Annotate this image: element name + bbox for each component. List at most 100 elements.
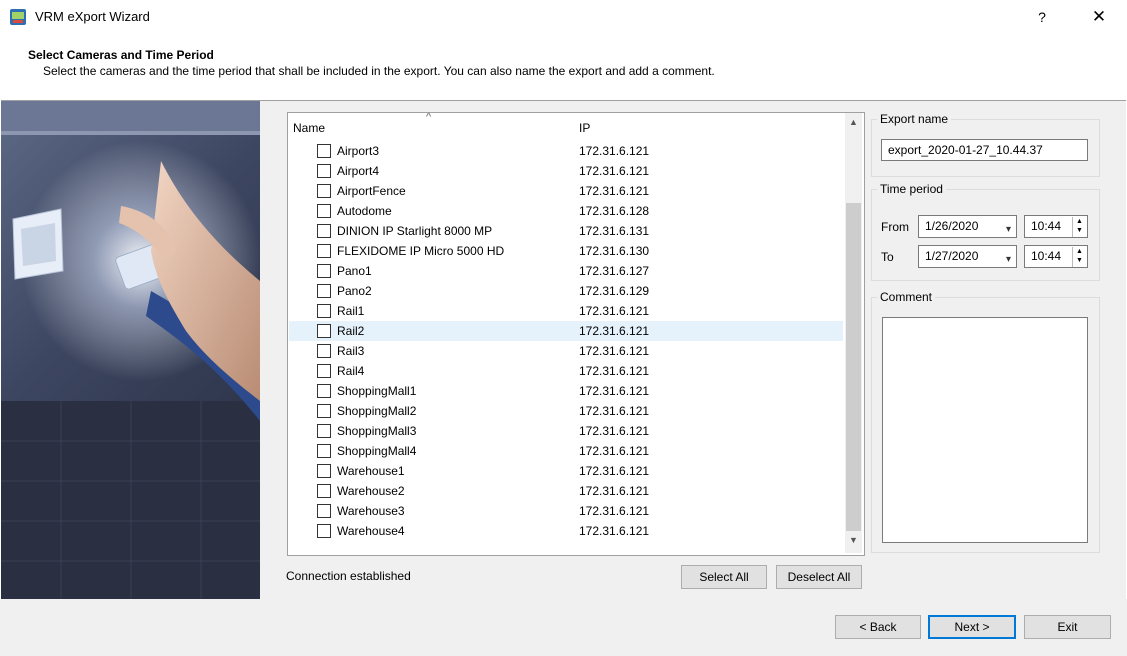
camera-ip: 172.31.6.127 (579, 264, 650, 278)
help-button[interactable]: ? (1030, 4, 1054, 30)
list-item[interactable]: AirportFence 172.31.6.121 (289, 181, 843, 201)
camera-checkbox[interactable] (317, 284, 331, 298)
sort-ascending-icon: ^ (426, 112, 432, 123)
camera-ip: 172.31.6.121 (579, 384, 650, 398)
camera-checkbox[interactable] (317, 384, 331, 398)
camera-ip: 172.31.6.131 (579, 224, 650, 238)
camera-checkbox[interactable] (317, 204, 331, 218)
camera-checkbox[interactable] (317, 424, 331, 438)
camera-checkbox[interactable] (317, 464, 331, 478)
camera-name: ShoppingMall2 (337, 404, 417, 418)
select-all-button[interactable]: Select All (681, 565, 767, 589)
camera-name: Rail1 (337, 304, 365, 318)
chevron-down-icon[interactable]: ▾ (1006, 219, 1011, 240)
camera-name: Warehouse2 (337, 484, 405, 498)
camera-checkbox[interactable] (317, 304, 331, 318)
list-item[interactable]: Warehouse3 172.31.6.121 (289, 501, 843, 521)
page-subtitle: Select the cameras and the time period t… (43, 64, 715, 78)
to-time-stepper[interactable]: 10:44 ▲ ▼ (1024, 245, 1088, 268)
chevron-down-icon[interactable]: ▾ (1006, 249, 1011, 270)
list-item[interactable]: Rail1 172.31.6.121 (289, 301, 843, 321)
spin-updown-icon[interactable]: ▲ ▼ (1072, 247, 1086, 267)
list-item[interactable]: ShoppingMall1 172.31.6.121 (289, 381, 843, 401)
app-icon (10, 9, 26, 25)
list-item[interactable]: ShoppingMall3 172.31.6.121 (289, 421, 843, 441)
camera-checkbox[interactable] (317, 504, 331, 518)
time-period-group: Time period From 1/26/2020 ▾ 10:44 ▲ ▼ To… (871, 182, 1100, 281)
camera-name: Pano2 (337, 284, 372, 298)
camera-ip: 172.31.6.121 (579, 304, 650, 318)
list-item[interactable]: Warehouse2 172.31.6.121 (289, 481, 843, 501)
column-header-name[interactable]: Name (293, 121, 325, 135)
from-time-stepper[interactable]: 10:44 ▲ ▼ (1024, 215, 1088, 238)
list-item[interactable]: ShoppingMall4 172.31.6.121 (289, 441, 843, 461)
list-item[interactable]: Rail4 172.31.6.121 (289, 361, 843, 381)
camera-checkbox[interactable] (317, 184, 331, 198)
list-item[interactable]: DINION IP Starlight 8000 MP 172.31.6.131 (289, 221, 843, 241)
camera-checkbox[interactable] (317, 144, 331, 158)
camera-name: Airport4 (337, 164, 380, 178)
camera-checkbox[interactable] (317, 344, 331, 358)
list-item[interactable]: ShoppingMall2 172.31.6.121 (289, 401, 843, 421)
list-item[interactable]: Warehouse4 172.31.6.121 (289, 521, 843, 541)
next-button[interactable]: Next > (928, 615, 1016, 639)
list-item[interactable]: Airport4 172.31.6.121 (289, 161, 843, 181)
camera-name: Warehouse1 (337, 464, 405, 478)
scroll-up-icon[interactable]: ▲ (845, 117, 862, 133)
scroll-down-icon[interactable]: ▼ (845, 535, 862, 551)
spin-updown-icon[interactable]: ▲ ▼ (1072, 217, 1086, 237)
list-item[interactable]: Warehouse1 172.31.6.121 (289, 461, 843, 481)
wizard-content: ^ Name IP Airport3 172.31.6.121 Airport4 1… (1, 100, 1126, 600)
exit-button[interactable]: Exit (1024, 615, 1111, 639)
from-label: From (881, 220, 909, 234)
camera-checkbox[interactable] (317, 524, 331, 538)
list-item-highlighted[interactable]: Rail2 172.31.6.121 (289, 321, 843, 341)
list-scrollbar[interactable]: ▲ ▼ (845, 113, 862, 553)
camera-ip: 172.31.6.121 (579, 164, 650, 178)
camera-ip: 172.31.6.121 (579, 404, 650, 418)
deselect-all-button[interactable]: Deselect All (776, 565, 862, 589)
list-item[interactable]: Pano1 172.31.6.127 (289, 261, 843, 281)
camera-name: FLEXIDOME IP Micro 5000 HD (337, 244, 505, 258)
back-button[interactable]: < Back (835, 615, 921, 639)
camera-list[interactable]: ^ Name IP Airport3 172.31.6.121 Airport4 1… (287, 112, 865, 556)
camera-ip: 172.31.6.121 (579, 344, 650, 358)
to-label: To (881, 250, 894, 264)
comment-textarea[interactable] (882, 317, 1088, 543)
title-bar: VRM eXport Wizard ? ✕ (0, 0, 1127, 34)
page-title: Select Cameras and Time Period (28, 48, 214, 62)
camera-checkbox[interactable] (317, 164, 331, 178)
from-date-picker[interactable]: 1/26/2020 ▾ (918, 215, 1017, 238)
camera-name: Autodome (337, 204, 392, 218)
camera-ip: 172.31.6.128 (579, 204, 650, 218)
camera-checkbox[interactable] (317, 444, 331, 458)
list-item[interactable]: Airport3 172.31.6.121 (289, 141, 843, 161)
comment-group: Comment (871, 290, 1100, 553)
camera-name: Rail4 (337, 364, 365, 378)
camera-ip: 172.31.6.121 (579, 184, 650, 198)
camera-ip: 172.31.6.121 (579, 444, 650, 458)
column-header-ip[interactable]: IP (579, 121, 590, 135)
camera-checkbox[interactable] (317, 224, 331, 238)
from-time-value: 10:44 (1031, 219, 1062, 233)
list-item[interactable]: Rail3 172.31.6.121 (289, 341, 843, 361)
network-cable-image (1, 101, 260, 599)
list-item[interactable]: FLEXIDOME IP Micro 5000 HD 172.31.6.130 (289, 241, 843, 261)
camera-checkbox[interactable] (317, 264, 331, 278)
camera-checkbox[interactable] (317, 244, 331, 258)
to-date-picker[interactable]: 1/27/2020 ▾ (918, 245, 1017, 268)
camera-checkbox[interactable] (317, 404, 331, 418)
scroll-thumb[interactable] (846, 203, 861, 531)
wizard-footer: < Back Next > Exit (0, 599, 1127, 656)
camera-ip: 172.31.6.121 (579, 484, 650, 498)
export-name-input[interactable]: export_2020-01-27_10.44.37 (881, 139, 1088, 161)
camera-checkbox[interactable] (317, 324, 331, 338)
camera-checkbox[interactable] (317, 364, 331, 378)
from-date-value: 1/26/2020 (925, 219, 979, 233)
camera-ip: 172.31.6.121 (579, 364, 650, 378)
time-period-label: Time period (877, 182, 946, 196)
list-item[interactable]: Autodome 172.31.6.128 (289, 201, 843, 221)
camera-checkbox[interactable] (317, 484, 331, 498)
list-item[interactable]: Pano2 172.31.6.129 (289, 281, 843, 301)
close-icon[interactable]: ✕ (1086, 4, 1112, 30)
